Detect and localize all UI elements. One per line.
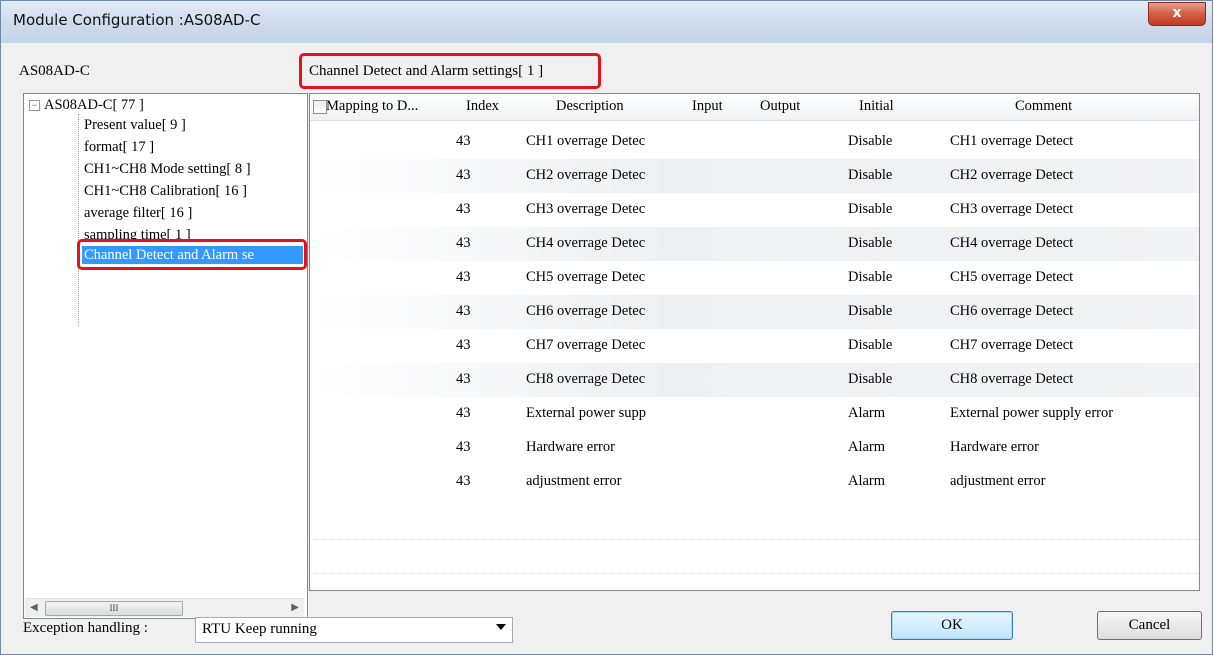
table-row[interactable]: 43 CH7 overrage Detec Disable CH7 overra… (310, 329, 1199, 363)
cell-description: CH6 overrage Detec (526, 303, 646, 319)
table-row[interactable]: 43 CH1 overrage Detec Disable CH1 overra… (310, 125, 1199, 159)
parameter-grid[interactable]: Mapping to D... Index Description Input … (309, 93, 1200, 591)
highlight-box-tree (77, 239, 307, 270)
window-title: Module Configuration :AS08AD-C (13, 11, 261, 29)
module-tree[interactable]: − AS08AD-C[ 77 ] Present value[ 9 ] form… (23, 93, 308, 619)
table-row[interactable]: 43 CH2 overrage Detec Disable CH2 overra… (310, 159, 1199, 193)
cell-description: CH7 overrage Detec (526, 337, 646, 353)
tree-connector-line (78, 114, 79, 326)
cell-index: 43 (456, 133, 471, 149)
tree-item-format[interactable]: format[ 17 ] (84, 138, 154, 156)
cell-description: adjustment error (526, 473, 622, 489)
cell-description: CH3 overrage Detec (526, 201, 646, 217)
tree-item-calibration[interactable]: CH1~CH8 Calibration[ 16 ] (84, 182, 247, 200)
cell-index: 43 (456, 337, 471, 353)
cell-comment: CH7 overrage Detect (950, 337, 1074, 353)
close-button[interactable]: x (1148, 2, 1206, 26)
cell-description: CH4 overrage Detec (526, 235, 646, 251)
cell-initial: Disable (848, 337, 893, 353)
module-name-label: AS08AD-C (19, 63, 90, 79)
cell-comment: Hardware error (950, 439, 1039, 455)
table-row[interactable]: 43 CH5 overrage Detec Disable CH5 overra… (310, 261, 1199, 295)
cell-initial: Disable (848, 303, 893, 319)
table-row[interactable]: 43 CH8 overrage Detec Disable CH8 overra… (310, 363, 1199, 397)
cell-initial: Disable (848, 269, 893, 285)
cell-comment: CH5 overrage Detect (950, 269, 1074, 285)
close-icon: x (1172, 5, 1182, 21)
scroll-right-icon[interactable]: ▶ (291, 602, 299, 613)
cell-initial: Alarm (848, 473, 886, 489)
title-bar[interactable]: Module Configuration :AS08AD-C x (1, 1, 1212, 43)
module-configuration-window: Module Configuration :AS08AD-C x AS08AD-… (0, 0, 1213, 655)
exception-handling-value: RTU Keep running (202, 621, 317, 637)
cell-initial: Disable (848, 133, 893, 149)
cell-comment: CH4 overrage Detect (950, 235, 1074, 251)
column-input[interactable]: Input (692, 98, 723, 115)
tree-item-mode-setting[interactable]: CH1~CH8 Mode setting[ 8 ] (84, 160, 251, 178)
cell-comment: CH8 overrage Detect (950, 371, 1074, 387)
cell-description: Hardware error (526, 439, 615, 455)
dialog-body: AS08AD-C Channel Detect and Alarm settin… (9, 49, 1204, 647)
cell-index: 43 (456, 167, 471, 183)
column-description[interactable]: Description (556, 98, 624, 115)
column-output[interactable]: Output (760, 98, 800, 115)
cell-comment: External power supply error (950, 405, 1114, 421)
ok-button[interactable]: OK (891, 611, 1013, 640)
cell-index: 43 (456, 201, 471, 217)
tree-item-average-filter[interactable]: average filter[ 16 ] (84, 204, 192, 222)
grid-divider (310, 539, 1199, 540)
cell-initial: Disable (848, 201, 893, 217)
cell-index: 43 (456, 473, 471, 489)
scroll-thumb[interactable]: III (45, 601, 183, 616)
chevron-down-icon[interactable] (496, 624, 506, 630)
mapping-checkbox[interactable] (313, 100, 327, 114)
cell-description: CH1 overrage Detec (526, 133, 646, 149)
cell-index: 43 (456, 371, 471, 387)
table-row[interactable]: 43 CH6 overrage Detec Disable CH6 overra… (310, 295, 1199, 329)
table-row[interactable]: 43 Hardware error Alarm Hardware error (310, 431, 1199, 465)
cell-initial: Disable (848, 167, 893, 183)
collapse-icon[interactable]: − (29, 100, 40, 111)
cell-description: CH5 overrage Detec (526, 269, 646, 285)
exception-handling-label: Exception handling : (23, 620, 148, 636)
tree-root[interactable]: AS08AD-C[ 77 ] (44, 96, 144, 114)
cell-index: 43 (456, 303, 471, 319)
exception-handling-select[interactable]: RTU Keep running (195, 617, 513, 643)
grid-divider (310, 573, 1199, 574)
cell-index: 43 (456, 405, 471, 421)
cancel-button[interactable]: Cancel (1097, 611, 1202, 640)
column-initial[interactable]: Initial (859, 98, 894, 115)
cell-index: 43 (456, 235, 471, 251)
cell-index: 43 (456, 269, 471, 285)
horizontal-scrollbar[interactable]: ◀ III ▶ (25, 598, 304, 617)
grid-header: Mapping to D... Index Description Input … (310, 94, 1199, 121)
cell-description: CH8 overrage Detec (526, 371, 646, 387)
cell-comment: adjustment error (950, 473, 1046, 489)
column-index[interactable]: Index (466, 98, 499, 115)
column-comment[interactable]: Comment (1015, 98, 1072, 115)
cell-comment: CH2 overrage Detect (950, 167, 1074, 183)
cell-index: 43 (456, 439, 471, 455)
cell-comment: CH1 overrage Detect (950, 133, 1074, 149)
tree-item-present-value[interactable]: Present value[ 9 ] (84, 116, 186, 134)
column-mapping[interactable]: Mapping to D... (326, 98, 418, 115)
highlight-box-title (299, 53, 601, 89)
table-row[interactable]: 43 CH4 overrage Detec Disable CH4 overra… (310, 227, 1199, 261)
cell-description: External power supp (526, 405, 646, 421)
cell-comment: CH3 overrage Detect (950, 201, 1074, 217)
table-row[interactable]: 43 adjustment error Alarm adjustment err… (310, 465, 1199, 499)
cell-initial: Alarm (848, 439, 886, 455)
cell-initial: Disable (848, 235, 893, 251)
cell-description: CH2 overrage Detec (526, 167, 646, 183)
cell-initial: Disable (848, 371, 893, 387)
cell-initial: Alarm (848, 405, 886, 421)
scroll-left-icon[interactable]: ◀ (30, 602, 38, 613)
table-row[interactable]: 43 CH3 overrage Detec Disable CH3 overra… (310, 193, 1199, 227)
table-row[interactable]: 43 External power supp Alarm External po… (310, 397, 1199, 431)
cell-comment: CH6 overrage Detect (950, 303, 1074, 319)
